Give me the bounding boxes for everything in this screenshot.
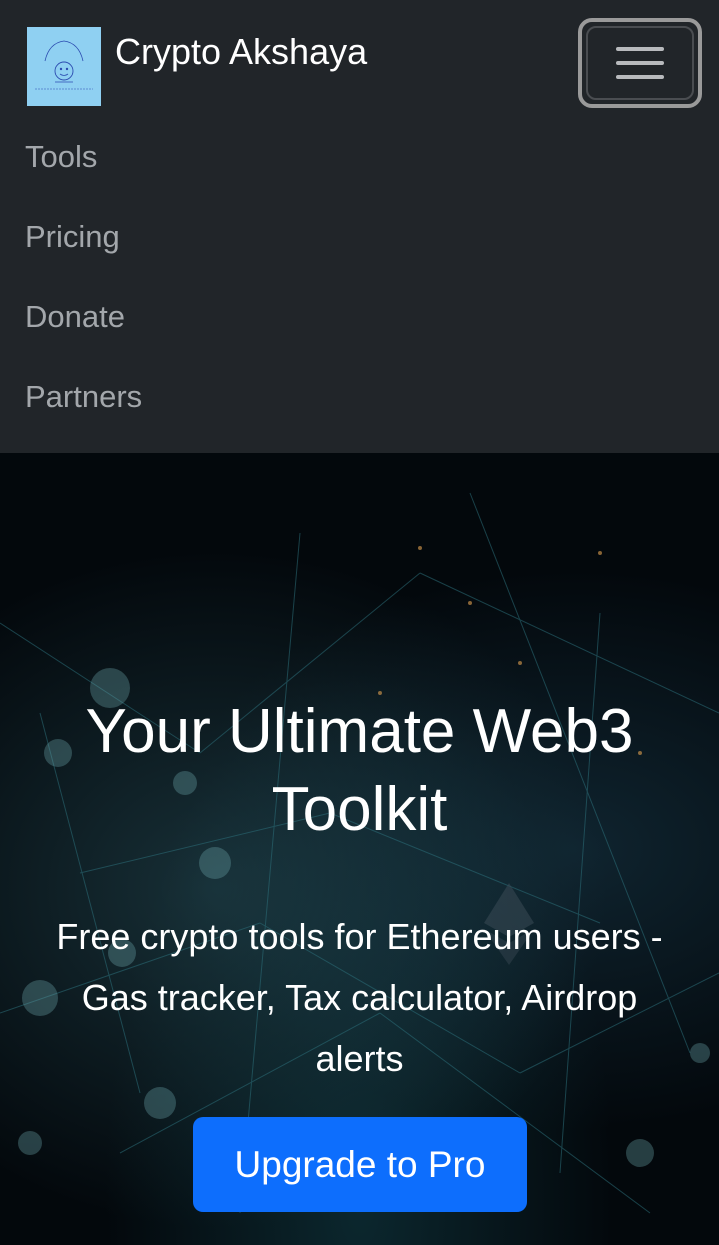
hero-title-line1: Your Ultimate Web3 bbox=[85, 697, 634, 766]
navbar-toggler-button[interactable] bbox=[578, 18, 702, 108]
hero-subtitle-line3: alerts bbox=[315, 1038, 404, 1079]
nav-item-pricing[interactable]: Pricing bbox=[25, 217, 142, 297]
hero-section: Your Ultimate Web3 Toolkit Free crypto t… bbox=[0, 453, 719, 1245]
upgrade-to-pro-button[interactable]: Upgrade to Pro bbox=[193, 1117, 527, 1212]
brand-logo-image bbox=[35, 40, 93, 90]
hero-subtitle: Free crypto tools for Ethereum users - G… bbox=[18, 906, 701, 1089]
navbar: Crypto Akshaya Tools Pricing Donate Part… bbox=[0, 0, 719, 453]
nav-item-partners[interactable]: Partners bbox=[25, 377, 142, 457]
hero-subtitle-line1: Free crypto tools for Ethereum users - bbox=[56, 916, 663, 957]
hero-title-line2: Toolkit bbox=[271, 775, 448, 844]
hero-subtitle-line2: Gas tracker, Tax calculator, Airdrop bbox=[81, 977, 638, 1018]
nav-item-tools[interactable]: Tools bbox=[25, 137, 142, 217]
nav-menu: Tools Pricing Donate Partners bbox=[25, 137, 142, 457]
nav-item-donate[interactable]: Donate bbox=[25, 297, 142, 377]
brand-name: Crypto Akshaya bbox=[115, 31, 368, 72]
hero-title: Your Ultimate Web3 Toolkit bbox=[0, 693, 719, 849]
brand-logo bbox=[27, 27, 101, 106]
brand-link[interactable]: Crypto Akshaya bbox=[27, 27, 367, 106]
